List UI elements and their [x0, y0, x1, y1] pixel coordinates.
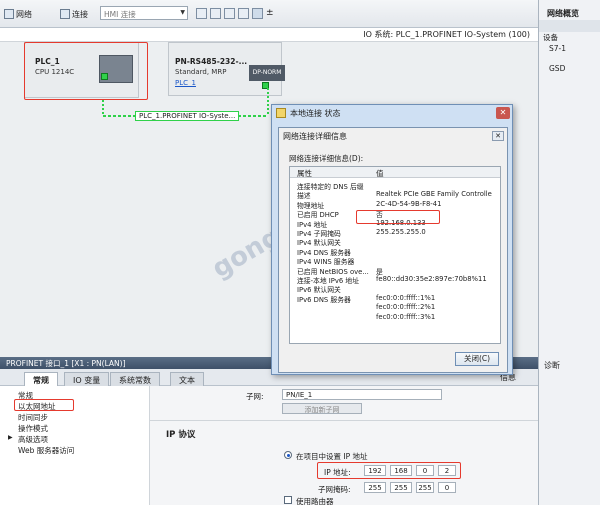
tab-io-vars[interactable]: IO 变量: [64, 372, 110, 386]
overview-header: [539, 20, 600, 32]
toolbar-icon-4[interactable]: [238, 8, 249, 19]
highlight-ip-address: [317, 462, 461, 479]
dialog-title: 本地连接 状态: [290, 109, 341, 118]
radio-project-ip[interactable]: [284, 451, 292, 459]
ip-protocol-heading: IP 协议: [166, 430, 196, 440]
table-row[interactable]: IPv4 DNS 服务器: [290, 247, 500, 257]
tab-texts[interactable]: 文本: [170, 372, 204, 386]
use-router-label: 使用路由器: [296, 497, 334, 506]
toolbar-icon-1[interactable]: [196, 8, 207, 19]
overview-item-device[interactable]: 设备: [543, 32, 558, 43]
network-status-icon: [276, 108, 286, 118]
details-close-icon[interactable]: ✕: [492, 131, 504, 141]
row-value: 255.255.255.0: [376, 228, 426, 236]
mask-octet-3[interactable]: 255: [416, 482, 434, 493]
nav-time-sync[interactable]: 时间同步: [18, 412, 48, 423]
row-value: fe80::dd30:35e2:897e:70b8%11: [376, 275, 487, 283]
ethernet-properties: 子网: PN/IE_1 添加新子网 IP 协议 在项目中设置 IP 地址 IP …: [150, 386, 538, 506]
toolbar-icon-3[interactable]: [224, 8, 235, 19]
diagnostics-tab[interactable]: 诊断: [544, 360, 560, 371]
table-row[interactable]: IPv4 WINS 服务器: [290, 256, 500, 266]
row-value: 2C-4D-54-9B-F8-41: [376, 199, 442, 208]
connection-details-dialog: 网络连接详细信息 ✕ 网络连接详细信息(D): 属性 值 连接特定的 DNS 后…: [278, 127, 508, 373]
connection-status-dialog: 本地连接 状态 ✕ 网络连接详细信息 ✕ 网络连接详细信息(D): 属性 值 连…: [271, 104, 513, 375]
nav-web-server[interactable]: Web 服务器访问: [18, 445, 74, 456]
details-label: 网络连接详细信息(D):: [289, 154, 364, 163]
overview-item-gsd[interactable]: GSD: [549, 64, 565, 73]
inspector-nav: 常规 以太网地址 时间同步 操作模式 高级选项 Web 服务器访问 ▶: [0, 386, 150, 505]
zoom-icon[interactable]: ±: [266, 8, 277, 19]
hmi-connection-select[interactable]: HMI 连接 ▼: [100, 6, 188, 20]
chevron-down-icon: ▼: [180, 9, 185, 16]
table-row[interactable]: IPv4 子网掩码 255.255.255.0: [290, 228, 500, 238]
radio-project-ip-label: 在项目中设置 IP 地址: [296, 452, 368, 461]
mask-octet-1[interactable]: 255: [364, 482, 386, 493]
tab-general[interactable]: 常规: [24, 372, 58, 386]
io-system-bar: IO 系统: PLC_1.PROFINET IO-System (100): [0, 28, 538, 42]
mask-octet-4[interactable]: 0: [438, 482, 456, 493]
table-row[interactable]: fec0:0:0:ffff::2%1: [290, 303, 500, 312]
table-row[interactable]: 连接特定的 DNS 后缀: [290, 181, 500, 191]
table-row[interactable]: fec0:0:0:ffff::3%1: [290, 313, 500, 322]
highlight-ethernet-nav: [14, 399, 74, 411]
table-row[interactable]: 连接-本地 IPv6 地址 fe80::dd30:35e2:897e:70b8%1…: [290, 275, 500, 285]
nav-operating-mode[interactable]: 操作模式: [18, 423, 48, 434]
network-overview-panel: 网络概览 设备 S7-1 GSD: [538, 0, 600, 505]
profinet-network-label[interactable]: PLC_1.PROFINET IO-Syste...: [135, 111, 240, 121]
overview-item-s7[interactable]: S7-1: [549, 44, 566, 53]
table-row[interactable]: 已启用 NetBIOS ove... 是: [290, 266, 500, 276]
col-value: 值: [376, 169, 384, 178]
details-title: 网络连接详细信息: [283, 132, 347, 141]
overview-title: 网络概览: [547, 9, 579, 18]
close-button[interactable]: 关闭(C): [455, 352, 499, 366]
toolbar-icon-2[interactable]: [210, 8, 221, 19]
close-icon[interactable]: ✕: [496, 107, 510, 119]
highlight-ipv4-row: [356, 210, 440, 224]
add-subnet-button[interactable]: 添加新子网: [282, 403, 362, 414]
details-table[interactable]: 属性 值 连接特定的 DNS 后缀 描述 Realtek PCIe GBE Fami…: [289, 166, 501, 344]
table-row[interactable]: 描述 Realtek PCIe GBE Family Controlle: [290, 190, 500, 200]
row-value: Realtek PCIe GBE Family Controlle: [376, 190, 492, 199]
io-system-label: IO 系统: PLC_1.PROFINET IO-System (100): [363, 30, 530, 39]
subnet-mask-label: 子网掩码:: [318, 485, 351, 494]
mask-octet-2[interactable]: 255: [390, 482, 412, 493]
connect-button[interactable]: 连接: [60, 7, 88, 21]
table-row[interactable]: IPv4 默认网关: [290, 237, 500, 247]
expand-icon[interactable]: ▶: [8, 434, 13, 441]
network-view-button[interactable]: 网络: [4, 7, 32, 21]
toolbar-icon-5[interactable]: [252, 8, 263, 19]
nav-advanced[interactable]: 高级选项: [18, 434, 48, 445]
use-router-checkbox[interactable]: [284, 496, 292, 504]
subnet-select[interactable]: PN/IE_1: [282, 389, 442, 400]
row-value: fec0:0:0:ffff::1%1: [376, 293, 436, 302]
row-value: fec0:0:0:ffff::3%1: [376, 312, 436, 321]
divider: [150, 420, 538, 421]
table-row[interactable]: IPv6 默认网关: [290, 284, 500, 294]
connect-icon: [60, 9, 70, 19]
table-row[interactable]: 物理地址 2C-4D-54-9B-F8-41: [290, 199, 500, 210]
editor-toolbar: 网络 连接 HMI 连接 ▼ ±: [0, 0, 538, 28]
col-property: 属性: [297, 169, 312, 178]
row-value: fec0:0:0:ffff::2%1: [376, 303, 436, 312]
subnet-label: 子网:: [246, 392, 264, 401]
table-row[interactable]: IPv6 DNS 服务器 fec0:0:0:ffff::1%1: [290, 293, 500, 304]
network-icon: [4, 9, 14, 19]
tab-system-constants[interactable]: 系统常数: [110, 372, 160, 386]
details-table-header: 属性 值: [290, 167, 500, 178]
